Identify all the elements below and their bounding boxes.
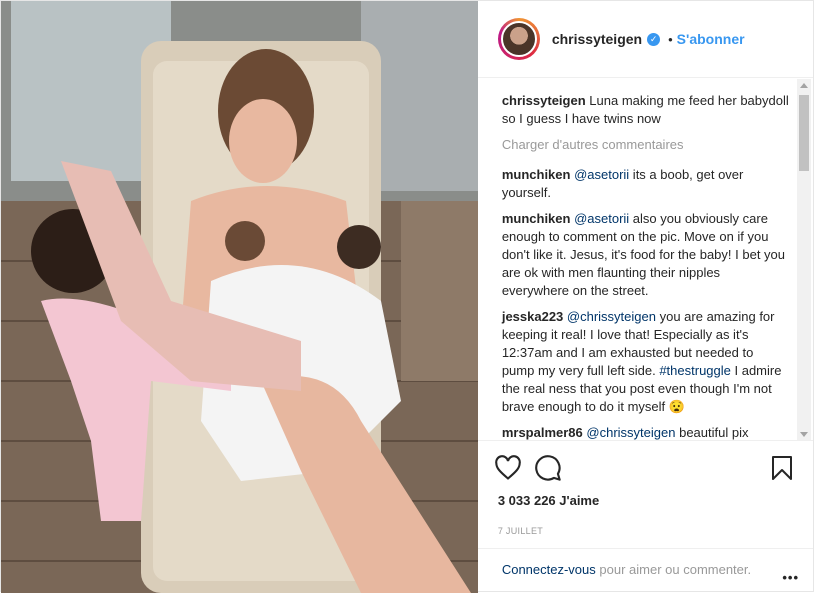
more-options-icon[interactable]: ••• — [782, 569, 799, 587]
list-item: mrspalmer86 @chrissyteigen beautiful pix — [502, 424, 789, 440]
post-actions: 3 033 226 J'aime — [477, 440, 813, 512]
post-photo[interactable] — [1, 1, 478, 593]
verified-badge-icon: ✓ — [647, 32, 661, 46]
comment-username[interactable]: jesska223 — [502, 309, 563, 324]
login-prompt: Connectez-vous pour aimer ou commenter. … — [477, 548, 813, 591]
comment-mention[interactable]: @chrissyteigen — [567, 309, 656, 324]
comment-mention[interactable]: @asetorii — [574, 211, 629, 226]
comment-username[interactable]: munchiken — [502, 211, 571, 226]
list-item: munchiken @asetorii its a boob, get over… — [502, 166, 789, 202]
comment-icon[interactable] — [534, 454, 562, 482]
avatar-image — [500, 21, 537, 58]
comment-username[interactable]: munchiken — [502, 167, 571, 182]
scroll-down-arrow-icon[interactable] — [800, 432, 808, 437]
header-separator: • — [668, 31, 673, 47]
comment-hashtag[interactable]: #thestruggle — [659, 363, 731, 378]
login-link[interactable]: Connectez-vous — [502, 562, 596, 577]
list-item: jesska223 @chrissyteigen you are amazing… — [502, 308, 789, 416]
comment-username[interactable]: mrspalmer86 — [502, 425, 583, 440]
scroll-up-arrow-icon[interactable] — [800, 83, 808, 88]
post-date[interactable]: 7 JUILLET — [498, 526, 813, 536]
heart-icon[interactable] — [494, 454, 522, 482]
comments-scrollbar[interactable] — [797, 79, 811, 441]
comment-mention[interactable]: @asetorii — [574, 167, 629, 182]
bookmark-icon[interactable] — [771, 455, 793, 481]
caption: chrissyteigen Luna making me feed her ba… — [502, 92, 789, 128]
comment-text: beautiful pix — [675, 425, 749, 441]
header-username[interactable]: chrissyteigen — [552, 31, 642, 47]
comments-list: chrissyteigen Luna making me feed her ba… — [478, 78, 813, 440]
follow-button[interactable]: S'abonner — [677, 31, 745, 47]
list-item: munchiken @asetorii also you obviously c… — [502, 210, 789, 300]
likes-count[interactable]: 3 033 226 J'aime — [498, 493, 797, 508]
post-header: chrissyteigen ✓ • S'abonner — [477, 1, 813, 79]
post-photo-illustration — [1, 1, 478, 593]
comment-mention[interactable]: @chrissyteigen — [586, 425, 675, 440]
avatar[interactable] — [497, 18, 540, 61]
load-more-comments-button[interactable]: Charger d'autres commentaires — [502, 136, 789, 154]
caption-username[interactable]: chrissyteigen — [502, 93, 586, 108]
scrollbar-thumb[interactable] — [799, 95, 809, 171]
post-sidebar: chrissyteigen ✓ • S'abonner chrissyteige… — [477, 1, 813, 591]
instagram-post: chrissyteigen ✓ • S'abonner chrissyteige… — [0, 0, 814, 593]
action-icons — [494, 453, 797, 483]
login-text: pour aimer ou commenter. — [595, 562, 752, 577]
